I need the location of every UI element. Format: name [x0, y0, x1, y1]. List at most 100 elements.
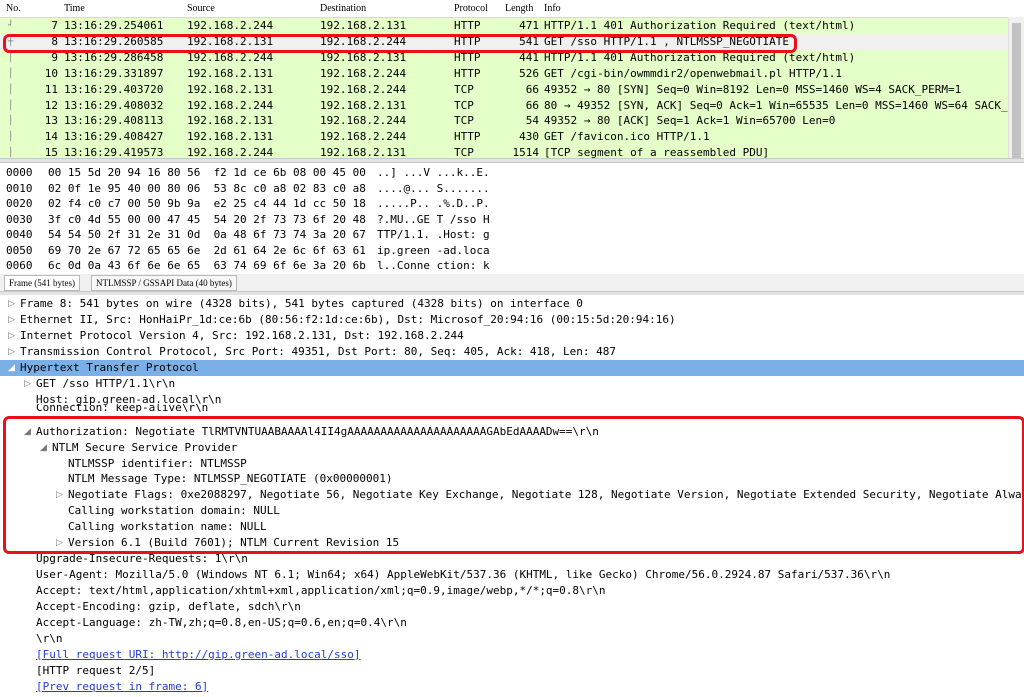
detail-link[interactable]: [Prev request in frame: 6]: [36, 679, 208, 695]
detail-text: Accept-Encoding: gzip, deflate, sdch\r\n: [36, 600, 301, 614]
cell-source: 192.168.2.131: [187, 82, 274, 96]
col-time[interactable]: Time: [64, 3, 85, 14]
detail-tree-item[interactable]: ◢ Hypertext Transfer Protocol: [0, 359, 1024, 376]
cell-length: 541: [519, 34, 539, 48]
col-source[interactable]: Source: [187, 3, 215, 14]
packet-details-tree[interactable]: ▷ Frame 8: 541 bytes on wire (4328 bits),…: [0, 295, 1024, 697]
hex-offset: 0040: [6, 228, 33, 241]
detail-text: \r\n: [36, 631, 63, 645]
detail-text: Internet Protocol Version 4, Src: 192.16…: [20, 328, 464, 342]
cell-source: 192.168.2.244: [187, 98, 274, 112]
col-destination[interactable]: Destination: [320, 3, 366, 14]
packet-row[interactable]: │ 10 13:16:29.331897 192.168.2.131 192.168.2…: [0, 65, 1008, 82]
cell-info: GET /cgi-bin/owmmdir2/openwebmail.pl HTT…: [544, 66, 843, 80]
detail-link[interactable]: [Full request URI: http://gip.green-ad.l…: [36, 647, 361, 663]
packet-row[interactable]: │ 12 13:16:29.408032 192.168.2.244 192.168.2…: [0, 97, 1014, 114]
detail-tree-item[interactable]: ◢ NTLM Secure Service Provider: [0, 440, 1024, 456]
packet-row[interactable]: │ 15 13:16:29.419573 192.168.2.244 192.168.2…: [0, 145, 1008, 158]
cell-length: 471: [519, 19, 539, 32]
detail-tree-item[interactable]: Calling workstation name: NULL: [0, 519, 1024, 535]
detail-tree-item[interactable]: NTLMSSP identifier: NTLMSSP: [0, 456, 1024, 472]
packet-row[interactable]: │ 14 13:16:29.408427 192.168.2.131 192.168.2…: [0, 129, 1008, 146]
detail-tree-item[interactable]: ▷ Ethernet II, Src: HonHaiPr_1d:ce:6b (80…: [0, 312, 1024, 328]
cell-length: 526: [519, 66, 539, 80]
collapse-arrow-icon[interactable]: ◢: [8, 360, 15, 376]
expand-arrow-icon[interactable]: ▷: [56, 535, 63, 551]
scrollbar-thumb[interactable]: [1012, 23, 1021, 158]
hex-offset: 0030: [6, 212, 33, 226]
cell-time: 13:16:29.286458: [64, 50, 164, 64]
col-no[interactable]: No.: [6, 3, 21, 14]
detail-tree-item[interactable]: [HTTP request 2/5]: [0, 663, 1024, 679]
packet-row[interactable]: ┘ 7 13:16:29.254061 192.168.2.244 192.168.2.…: [0, 18, 1008, 34]
cell-source: 192.168.2.244: [187, 50, 274, 64]
expand-arrow-icon[interactable]: ▷: [56, 487, 63, 503]
detail-text: Connection: keep-alive\r\n: [36, 403, 209, 414]
cell-time: 13:16:29.408032: [64, 98, 164, 112]
detail-text: Ethernet II, Src: HonHaiPr_1d:ce:6b (80:…: [20, 312, 676, 326]
hex-offset: 0020: [6, 197, 33, 210]
col-length[interactable]: Length: [505, 3, 533, 14]
col-info[interactable]: Info: [544, 3, 561, 14]
cell-protocol: TCP: [454, 114, 474, 128]
tab-frame[interactable]: Frame (541 bytes): [4, 275, 80, 291]
collapse-arrow-icon[interactable]: ◢: [40, 440, 47, 456]
expand-arrow-icon[interactable]: ▷: [8, 328, 15, 344]
cell-protocol: TCP: [454, 146, 474, 158]
detail-tree-item[interactable]: Connection: keep-alive\r\n: [0, 404, 1024, 416]
detail-tree-item[interactable]: ▷ Frame 8: 541 bytes on wire (4328 bits),…: [0, 296, 1024, 312]
cell-time: 13:16:29.260585: [64, 34, 164, 48]
detail-tree-item[interactable]: NTLM Message Type: NTLMSSP_NEGOTIATE (0x…: [0, 471, 1024, 487]
bytes-pane[interactable]: 0000 00 15 5d 20 94 16 80 56 f2 1d ce 6b …: [0, 163, 1024, 273]
expand-arrow-icon[interactable]: ▷: [24, 376, 31, 392]
detail-tree-item[interactable]: Accept-Encoding: gzip, deflate, sdch\r\n: [0, 599, 1024, 615]
expand-arrow-icon[interactable]: ▷: [8, 312, 15, 328]
detail-tree-item[interactable]: Calling workstation domain: NULL: [0, 503, 1024, 519]
hex-ascii: ?.MU..GE T /sso H: [377, 212, 490, 226]
detail-tree-item[interactable]: ▷ GET /sso HTTP/1.1\r\n: [0, 376, 1024, 392]
collapse-arrow-icon[interactable]: ◢: [24, 424, 31, 440]
detail-tree-item[interactable]: ◢ Authorization: Negotiate TlRMTVNTUAABAA…: [0, 424, 1024, 440]
tab-ntlmssp[interactable]: NTLMSSP / GSSAPI Data (40 bytes): [91, 275, 237, 291]
cell-protocol: HTTP: [454, 66, 481, 80]
hex-offset: 0010: [6, 181, 33, 195]
cell-info: HTTP/1.1 401 Authorization Required (tex…: [544, 19, 856, 32]
detail-tree-item[interactable]: [Full request URI: http://gip.green-ad.l…: [0, 647, 1024, 663]
packet-list[interactable]: No. Time Source Destination Protocol Len…: [0, 0, 1024, 158]
col-protocol[interactable]: Protocol: [454, 3, 488, 14]
hex-hex: 54 54 50 2f 31 2e 31 0d 0a 48 6f 73 74 3…: [48, 228, 366, 241]
expand-arrow-icon[interactable]: ▷: [8, 296, 15, 312]
cell-length: 1514: [512, 146, 540, 158]
detail-tree-item[interactable]: ▷ Version 6.1 (Build 7601); NTLM Current …: [0, 535, 1024, 551]
detail-text: Calling workstation domain: NULL: [68, 504, 280, 518]
detail-text: Upgrade-Insecure-Requests: 1\r\n: [36, 552, 248, 566]
cell-source: 192.168.2.131: [187, 114, 274, 128]
cell-length: 430: [519, 130, 539, 144]
cell-protocol: HTTP: [454, 50, 481, 64]
detail-tree-item[interactable]: ▷ Internet Protocol Version 4, Src: 192.1…: [0, 328, 1024, 344]
conversation-tree-marker: ┘: [8, 21, 14, 31]
packet-row[interactable]: │ 9 13:16:29.286458 192.168.2.244 192.168.2.…: [0, 49, 1008, 66]
detail-tree-item[interactable]: User-Agent: Mozilla/5.0 (Windows NT 6.1;…: [0, 567, 1024, 583]
detail-tree-item[interactable]: [Prev request in frame: 6]: [0, 679, 1024, 695]
packet-row[interactable]: │ 13 13:16:29.408113 192.168.2.131 192.168.2…: [0, 113, 1008, 130]
detail-tree-item[interactable]: ▷ Negotiate Flags: 0xe2088297, Negotiate …: [0, 487, 1024, 503]
detail-tree-item[interactable]: \r\n: [0, 631, 1024, 647]
conversation-tree-marker: │: [8, 116, 14, 127]
expand-arrow-icon[interactable]: ▷: [8, 344, 15, 360]
detail-tree-item[interactable]: Accept-Language: zh-TW,zh;q=0.8,en-US;q=…: [0, 615, 1024, 631]
detail-tree-item[interactable]: Upgrade-Insecure-Requests: 1\r\n: [0, 551, 1024, 567]
detail-tree-item[interactable]: Accept: text/html,application/xhtml+xml,…: [0, 583, 1024, 599]
detail-text: Frame 8: 541 bytes on wire (4328 bits), …: [20, 297, 583, 310]
detail-tree-item[interactable]: ▷ Transmission Control Protocol, Src Port…: [0, 344, 1024, 360]
cell-protocol: HTTP: [454, 34, 481, 48]
conversation-tree-marker: │: [8, 52, 14, 63]
hex-ascii: l..Conne ction: k: [377, 259, 490, 272]
cell-protocol: TCP: [454, 98, 474, 112]
packet-list-scrollbar[interactable]: [1008, 17, 1024, 158]
cell-destination: 192.168.2.244: [320, 82, 407, 96]
cell-time: 13:16:29.254061: [64, 19, 164, 32]
packet-row[interactable]: ┼ 8 13:16:29.260585 192.168.2.131 192.168.2.…: [0, 33, 1008, 50]
packet-row[interactable]: │ 11 13:16:29.403720 192.168.2.131 192.168.2…: [0, 81, 1008, 98]
cell-info: GET /sso HTTP/1.1 , NTLMSSP_NEGOTIATE: [544, 34, 790, 48]
